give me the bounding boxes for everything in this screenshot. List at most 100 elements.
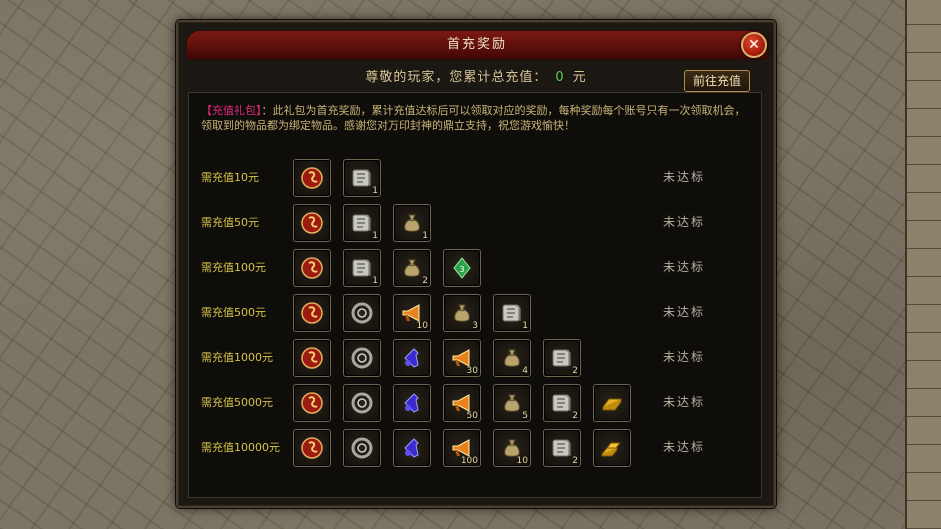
tier-row: 需充值5000元 50 5 2 未达标 xyxy=(189,380,761,425)
summary-amount: 0 xyxy=(555,70,565,85)
reward-item-slot[interactable]: 2 xyxy=(543,429,581,467)
ring-icon xyxy=(350,301,374,325)
item-count: 30 xyxy=(466,366,478,376)
money-bag-icon xyxy=(400,211,424,235)
reward-item-slot[interactable]: 30 xyxy=(443,339,481,377)
tier-row: 需充值50元 1 1 未达标 xyxy=(189,200,761,245)
reward-item-slot[interactable] xyxy=(343,294,381,332)
reward-item-slot[interactable] xyxy=(393,384,431,422)
item-count: 2 xyxy=(572,366,578,376)
item-count: 1 xyxy=(522,321,528,331)
tier-row: 需充值10000元 100 10 2 未达标 xyxy=(189,425,761,470)
reward-list-panel: 【充值礼包】：此礼包为首充奖励，累计充值达标后可以领取对应的奖励，每种奖励每个账… xyxy=(188,92,762,498)
scroll-icon xyxy=(350,166,374,190)
reward-item-slot[interactable] xyxy=(293,249,331,287)
close-button[interactable]: ✕ xyxy=(741,32,767,58)
potion-icon xyxy=(400,346,424,370)
item-count: 5 xyxy=(522,411,528,421)
item-count: 2 xyxy=(572,411,578,421)
money-bag-icon xyxy=(450,301,474,325)
tier-row: 需充值10元 1 未达标 xyxy=(189,155,761,200)
item-count: 1 xyxy=(422,231,428,241)
castle-wall xyxy=(905,0,941,529)
item-count: 1 xyxy=(372,231,378,241)
tier-status: 未达标 xyxy=(663,350,706,364)
tier-requirement: 需充值10000元 xyxy=(201,441,280,454)
reward-item-slot[interactable] xyxy=(393,429,431,467)
gold-bar-icon xyxy=(600,391,624,415)
tier-row: 需充值100元 1 2 3 未达标 xyxy=(189,245,761,290)
dragon-seal-icon xyxy=(300,391,324,415)
tier-requirement: 需充值10元 xyxy=(201,171,259,184)
potion-icon xyxy=(400,391,424,415)
potion-icon xyxy=(400,436,424,460)
item-count: 10 xyxy=(516,456,528,466)
ring-icon xyxy=(350,436,374,460)
reward-item-slot[interactable]: 50 xyxy=(443,384,481,422)
tier-row: 需充值500元 10 3 1 未达标 xyxy=(189,290,761,335)
tier-status: 未达标 xyxy=(663,395,706,409)
reward-item-slot[interactable] xyxy=(293,339,331,377)
reward-item-slot[interactable]: 100 xyxy=(443,429,481,467)
reward-item-slot[interactable] xyxy=(293,429,331,467)
reward-item-slot[interactable]: 1 xyxy=(343,204,381,242)
reward-item-slot[interactable]: 1 xyxy=(343,249,381,287)
item-count: 4 xyxy=(522,366,528,376)
scroll-icon xyxy=(500,301,524,325)
reward-item-slot[interactable] xyxy=(593,429,631,467)
tier-status: 未达标 xyxy=(663,260,706,274)
reward-item-slot[interactable] xyxy=(343,429,381,467)
reward-item-slot[interactable]: 5 xyxy=(493,384,531,422)
tier-requirement: 需充值50元 xyxy=(201,216,259,229)
reward-item-slot[interactable]: 1 xyxy=(493,294,531,332)
first-recharge-reward-dialog: 首充奖励 ✕ 尊敬的玩家，您累计总充值： 0 元 前往充值 【充值礼包】：此礼包为首… xyxy=(176,20,776,508)
svg-text:3: 3 xyxy=(459,265,464,274)
reward-item-slot[interactable]: 2 xyxy=(543,339,581,377)
ring-icon xyxy=(350,391,374,415)
reward-item-slot[interactable]: 4 xyxy=(493,339,531,377)
item-count: 3 xyxy=(472,321,478,331)
reward-item-slot[interactable] xyxy=(293,159,331,197)
reward-item-slot[interactable]: 3 xyxy=(443,294,481,332)
tier-status: 未达标 xyxy=(663,215,706,229)
ring-icon xyxy=(350,346,374,370)
reward-item-slot[interactable] xyxy=(293,294,331,332)
item-count: 10 xyxy=(416,321,428,331)
summary-unit: 元 xyxy=(572,70,587,85)
reward-item-slot[interactable]: 3 xyxy=(443,249,481,287)
dragon-seal-icon xyxy=(300,346,324,370)
dragon-seal-icon xyxy=(300,301,324,325)
dragon-seal-icon xyxy=(300,436,324,460)
tier-row: 需充值1000元 30 4 2 未达标 xyxy=(189,335,761,380)
scroll-icon xyxy=(550,391,574,415)
reward-item-slot[interactable]: 1 xyxy=(343,159,381,197)
money-bag-icon xyxy=(400,256,424,280)
reward-item-slot[interactable]: 1 xyxy=(393,204,431,242)
tier-status: 未达标 xyxy=(663,170,706,184)
go-recharge-button[interactable]: 前往充值 xyxy=(684,70,750,92)
tier-status: 未达标 xyxy=(663,440,706,454)
scroll-icon xyxy=(350,211,374,235)
item-count: 50 xyxy=(466,411,478,421)
gift-notice: 【充值礼包】：此礼包为首充奖励，累计充值达标后可以领取对应的奖励，每种奖励每个账… xyxy=(201,103,753,133)
reward-item-slot[interactable] xyxy=(593,384,631,422)
reward-item-slot[interactable] xyxy=(343,339,381,377)
reward-item-slot[interactable]: 2 xyxy=(393,249,431,287)
reward-item-slot[interactable] xyxy=(393,339,431,377)
tier-requirement: 需充值100元 xyxy=(201,261,266,274)
dragon-seal-icon xyxy=(300,166,324,190)
scroll-icon xyxy=(550,436,574,460)
reward-item-slot[interactable]: 2 xyxy=(543,384,581,422)
item-count: 2 xyxy=(572,456,578,466)
reward-item-slot[interactable]: 10 xyxy=(493,429,531,467)
reward-item-slot[interactable] xyxy=(343,384,381,422)
item-count: 100 xyxy=(460,456,478,466)
green-gem-icon: 3 xyxy=(450,256,474,280)
reward-item-slot[interactable] xyxy=(293,384,331,422)
reward-item-slot[interactable]: 10 xyxy=(393,294,431,332)
scroll-icon xyxy=(550,346,574,370)
title-bar[interactable]: 首充奖励 xyxy=(186,30,768,60)
gift-notice-tag: 【充值礼包】 xyxy=(201,104,262,117)
summary-prefix: 尊敬的玩家，您累计总充值： xyxy=(365,70,548,85)
reward-item-slot[interactable] xyxy=(293,204,331,242)
